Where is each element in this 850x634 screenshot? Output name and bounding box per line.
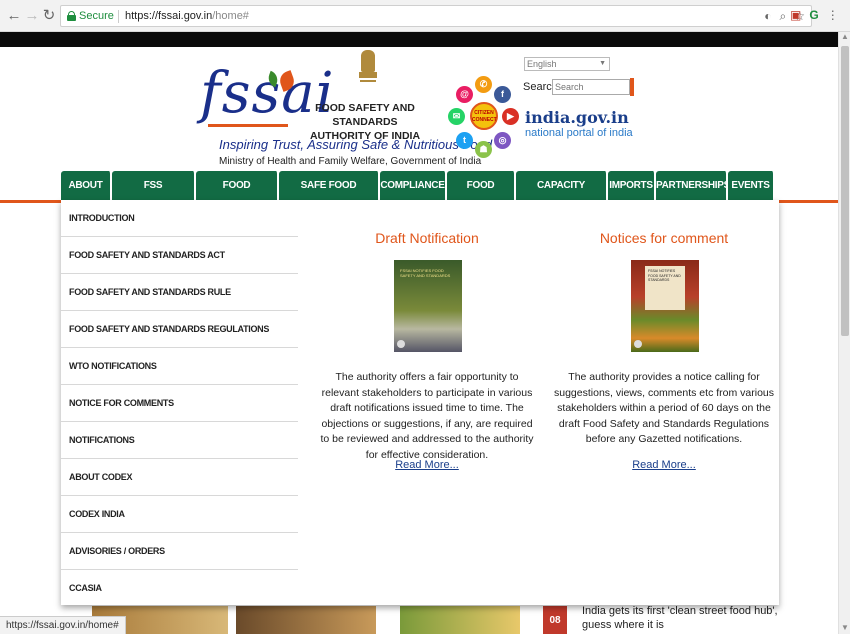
submenu-ccasia[interactable]: CCASIA [61, 570, 298, 607]
site-top-strip [0, 32, 838, 47]
submenu-notifications[interactable]: NOTIFICATIONS [61, 422, 298, 459]
india-gov-link[interactable]: india.gov.in national portal of india [525, 108, 633, 139]
menu-kebab-icon[interactable]: ⋮ [827, 8, 839, 22]
extension-g-icon[interactable]: G [809, 8, 818, 22]
submenu-about-codex[interactable]: ABOUT CODEX [61, 459, 298, 496]
search-input[interactable] [552, 79, 630, 95]
news-date: 08 [543, 606, 567, 634]
card-description: The authority offers a fair opportunity … [320, 371, 534, 461]
scroll-up-icon[interactable]: ▲ [841, 32, 849, 41]
submenu-fss-act[interactable]: FOOD SAFETY AND STANDARDS ACT [61, 237, 298, 274]
nav-capacity-building[interactable]: CAPACITY BUILDING [516, 171, 608, 220]
site-settings-icon[interactable]: ◐ [764, 9, 771, 24]
submenu-fss-rule[interactable]: FOOD SAFETY AND STANDARDS RULE [61, 274, 298, 311]
android-icon[interactable]: ☗ [475, 141, 492, 158]
scroll-down-icon[interactable]: ▼ [841, 623, 849, 632]
page-scrollbar[interactable]: ▲ ▼ [838, 32, 850, 634]
read-more-link[interactable]: Read More... [317, 459, 537, 471]
extension-shield-icon[interactable]: ▣ [790, 8, 801, 22]
ministry-text: Ministry of Health and Family Welfare, G… [219, 156, 482, 167]
gallery-image[interactable] [400, 606, 520, 634]
about-us-submenu: INTRODUCTION FOOD SAFETY AND STANDARDS A… [61, 200, 298, 607]
notices-thumbnail[interactable]: FSSAI NOTIFIES FOOD SAFETY AND STANDARDS [631, 260, 699, 352]
read-more-link[interactable]: Read More... [554, 459, 774, 471]
citizen-connect[interactable]: ✆ f ▶ ◎ ☗ t ✉ @ CITIZEN CONNECT [448, 76, 520, 158]
nav-about-us[interactable]: ABOUT US [61, 171, 112, 220]
whatsapp-icon[interactable]: ✉ [448, 108, 465, 125]
submenu-notice-for-comments[interactable]: NOTICE FOR COMMENTS [61, 385, 298, 422]
back-arrow-icon[interactable]: ← [6, 7, 22, 25]
nav-compliance[interactable]: COMPLIANCE [380, 171, 447, 200]
submenu-advisories-orders[interactable]: ADVISORIES / ORDERS [61, 533, 298, 570]
chevron-down-icon: ▼ [599, 60, 606, 67]
zoom-icon[interactable]: ⌕ [780, 9, 787, 24]
national-emblem-icon [358, 50, 378, 86]
submenu-introduction[interactable]: INTRODUCTION [61, 200, 298, 237]
citizen-connect-badge[interactable]: CITIZEN CONNECT [470, 102, 498, 130]
gallery-image[interactable] [236, 606, 376, 634]
submenu-codex-india[interactable]: CODEX INDIA [61, 496, 298, 533]
scrollbar-thumb[interactable] [841, 46, 849, 336]
nav-partnerships[interactable]: PARTNERSHIPS [656, 171, 730, 200]
main-nav: ABOUT US FSS LEGISLATION FOOD STANDARDS … [61, 171, 775, 220]
secure-label: Secure [79, 10, 114, 22]
web-icon[interactable]: ◎ [494, 132, 511, 149]
nav-food-standards[interactable]: FOOD STANDARDS [196, 171, 279, 220]
nav-fss-legislation[interactable]: FSS LEGISLATION [112, 171, 196, 220]
nav-events[interactable]: EVENTS [728, 171, 775, 200]
logo-underline [208, 124, 288, 127]
omnibox-divider [118, 10, 119, 23]
phone-icon[interactable]: ✆ [475, 76, 492, 93]
youtube-icon[interactable]: ▶ [502, 108, 519, 125]
submenu-fss-regulations[interactable]: FOOD SAFETY AND STANDARDS REGULATIONS [61, 311, 298, 348]
draft-notification-thumbnail[interactable]: FSSAI NOTIFIES FOOD SAFETY AND STANDARDS [394, 260, 462, 352]
nav-safe-food-practices[interactable]: SAFE FOOD PRACTICES [279, 171, 380, 220]
forward-arrow-icon[interactable]: → [24, 7, 40, 25]
card-title: Draft Notification [375, 230, 479, 246]
facebook-icon[interactable]: f [494, 86, 511, 103]
language-select[interactable]: English ▼ [524, 57, 610, 71]
submenu-wto-notifications[interactable]: WTO NOTIFICATIONS [61, 348, 298, 385]
status-bar-url: https://fssai.gov.in/home# [0, 616, 126, 634]
reload-icon[interactable]: ↻ [41, 7, 57, 25]
card-description: The authority provides a notice calling … [554, 371, 774, 445]
browser-toolbar: ← → ↻ Secure https://fssai.gov.in/home# … [0, 0, 850, 32]
address-bar[interactable]: Secure https://fssai.gov.in/home# ◐ ⌕ ☆ [60, 5, 812, 27]
nav-food-testing[interactable]: FOOD TESTING [447, 171, 516, 220]
nav-imports[interactable]: IMPORTS [608, 171, 656, 200]
fssai-badge-icon [634, 340, 642, 348]
card-title: Notices for comment [599, 230, 729, 246]
url-text[interactable]: https://fssai.gov.in/home# [125, 10, 249, 22]
about-us-dropdown: INTRODUCTION FOOD SAFETY AND STANDARDS A… [61, 200, 779, 605]
fssai-badge-icon [397, 340, 405, 348]
email-icon[interactable]: @ [456, 86, 473, 103]
twitter-icon[interactable]: t [456, 132, 473, 149]
news-headline[interactable]: India gets its first 'clean street food … [582, 604, 778, 632]
search-button[interactable] [630, 78, 634, 96]
lock-icon [67, 11, 76, 21]
authority-name: FOOD SAFETY AND STANDARDS AUTHORITY OF I… [309, 102, 421, 142]
